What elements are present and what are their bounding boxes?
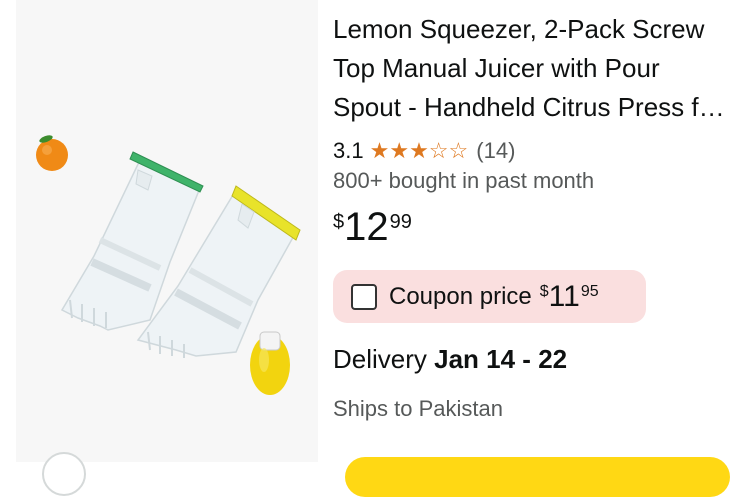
bought-in-past-month: 800+ bought in past month xyxy=(333,168,595,193)
coupon-price-whole: 11 xyxy=(548,279,580,313)
product-title[interactable]: Lemon Squeezer, 2-Pack Screw Top Manual … xyxy=(333,10,733,127)
image-nav-button[interactable] xyxy=(42,452,86,496)
coupon-label: Coupon price xyxy=(389,282,532,310)
coupon-box[interactable]: Coupon price $ 11 95 xyxy=(333,270,646,323)
orange-illustration xyxy=(36,135,68,171)
ships-to[interactable]: Ships to Pakistan xyxy=(333,396,503,422)
delivery-dates: Jan 14 - 22 xyxy=(434,344,568,374)
rating-row[interactable]: 3.1 ★ ★ ★ ☆ ☆ (14) xyxy=(333,136,515,166)
coupon-checkbox[interactable] xyxy=(351,283,377,310)
star-empty-icon: ☆ xyxy=(428,138,449,163)
price-whole: 12 xyxy=(344,205,389,249)
product-price: $ 12 99 xyxy=(333,205,412,249)
product-image-panel[interactable] xyxy=(0,0,318,462)
coupon-price: $ 11 95 xyxy=(539,279,599,313)
price-currency: $ xyxy=(333,211,345,233)
add-to-cart-button[interactable] xyxy=(345,457,730,497)
star-full-icon: ★ xyxy=(369,138,390,163)
delivery-label: Delivery xyxy=(333,344,435,374)
product-image[interactable] xyxy=(0,0,318,462)
price-fraction: 99 xyxy=(389,211,412,233)
star-full-icon: ★ xyxy=(409,138,429,163)
coupon-price-currency: $ xyxy=(539,282,549,300)
coupon-price-fraction: 95 xyxy=(580,282,599,300)
rating-value: 3.1 xyxy=(333,138,364,163)
star-full-icon: ★ xyxy=(389,138,410,163)
delivery-info: Delivery Jan 14 - 22 xyxy=(333,344,567,375)
star-rating: ★ ★ ★ ☆ ☆ xyxy=(370,140,469,162)
lemon-illustration xyxy=(250,331,290,395)
star-empty-icon: ☆ xyxy=(448,138,469,163)
review-count[interactable]: (14) xyxy=(476,138,515,164)
